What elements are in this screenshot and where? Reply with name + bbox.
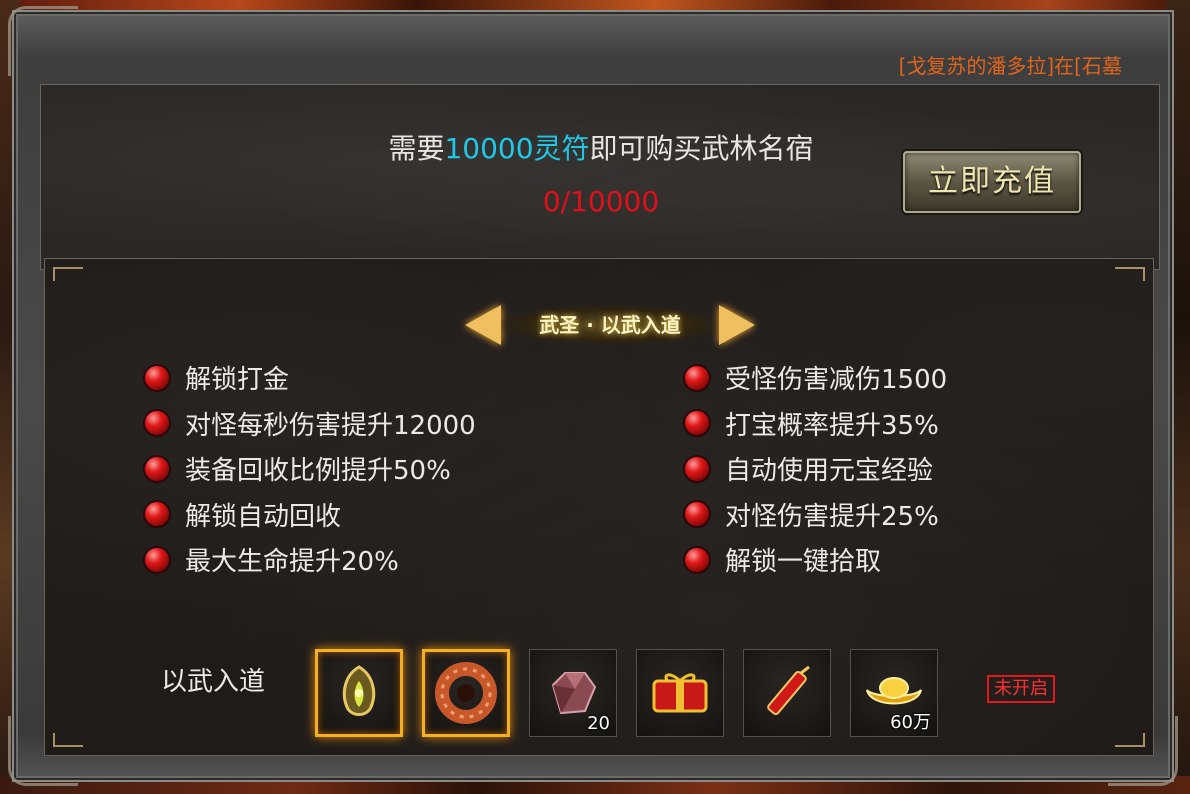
panel-ornament xyxy=(53,733,83,747)
red-orb-icon xyxy=(685,456,709,481)
perk-label: 解锁一键拾取 xyxy=(725,547,882,578)
perk-list-left: 解锁打金 对怪每秒伤害提升12000 装备回收比例提升50% 解锁自动回收 最大… xyxy=(145,355,476,583)
system-broadcast-text: [戈复苏的潘多拉]在[石墓 xyxy=(898,54,1122,78)
reward-slot[interactable] xyxy=(315,649,403,737)
perk-label: 解锁自动回收 xyxy=(185,501,342,532)
reward-slot[interactable]: 20 xyxy=(529,649,617,737)
status-badge: 未开启 xyxy=(987,675,1055,703)
red-orb-icon xyxy=(145,411,169,436)
rewards-label: 以武入道 xyxy=(161,667,266,697)
perk-label: 对怪每秒伤害提升12000 xyxy=(185,410,476,441)
red-orb-icon xyxy=(145,365,169,390)
perk-item: 打宝概率提升35% xyxy=(685,401,947,447)
item-quantity: 20 xyxy=(587,713,610,734)
perk-item: 受怪伤害减伤1500 xyxy=(685,355,947,401)
next-tier-arrow-icon[interactable] xyxy=(719,305,755,345)
amulet-icon xyxy=(342,665,376,716)
reward-slot[interactable] xyxy=(636,649,724,737)
perk-item: 解锁一键拾取 xyxy=(685,537,947,583)
red-orb-icon xyxy=(685,411,709,436)
previous-tier-arrow-icon[interactable] xyxy=(465,305,501,345)
panel-ornament xyxy=(1115,267,1145,281)
reward-slot[interactable]: 60万 xyxy=(850,649,938,737)
red-orb-icon xyxy=(145,502,169,527)
perk-label: 受怪伤害减伤1500 xyxy=(725,365,948,396)
perk-item: 对怪伤害提升25% xyxy=(685,492,947,538)
need-amount: 10000 xyxy=(444,132,534,165)
need-suffix: 即可购买武林名宿 xyxy=(589,132,814,165)
item-quantity: 60万 xyxy=(890,712,931,733)
perk-item: 最大生命提升20% xyxy=(145,537,476,583)
perk-label: 装备回收比例提升50% xyxy=(185,456,451,487)
perk-item: 装备回收比例提升50% xyxy=(145,446,476,492)
need-prefix: 需要 xyxy=(388,132,445,165)
tier-title: 武圣 · 以武入道 xyxy=(501,305,719,345)
firecracker-icon xyxy=(767,665,810,716)
perk-label: 自动使用元宝经验 xyxy=(725,456,934,487)
reward-slot[interactable] xyxy=(422,649,510,737)
perk-item: 解锁打金 xyxy=(145,355,476,401)
perk-label: 最大生命提升20% xyxy=(185,547,399,578)
red-orb-icon xyxy=(685,502,709,527)
perk-item: 解锁自动回收 xyxy=(145,492,476,538)
perk-label: 解锁打金 xyxy=(185,365,290,396)
gift-box-icon xyxy=(652,673,708,713)
panel-ornament xyxy=(1115,733,1145,747)
perk-item: 自动使用元宝经验 xyxy=(685,446,947,492)
perk-label: 对怪伤害提升25% xyxy=(725,501,939,532)
perk-item: 对怪每秒伤害提升12000 xyxy=(145,401,476,447)
reward-slot[interactable] xyxy=(743,649,831,737)
ring-icon xyxy=(435,662,497,724)
tier-benefits-panel: 武圣 · 以武入道 解锁打金 对怪每秒伤害提升12000 装备回收比例提升50%… xyxy=(44,258,1154,756)
red-orb-icon xyxy=(685,365,709,390)
panel-ornament xyxy=(53,267,83,281)
purchase-info-panel: 需要10000灵符即可购买武林名宿 0/10000 立即充值 xyxy=(40,84,1160,270)
tier-selector: 武圣 · 以武入道 xyxy=(465,299,755,351)
vip-window-frame: [戈复苏的潘多拉]在[石墓 需要10000灵符即可购买武林名宿 0/10000 … xyxy=(8,6,1178,786)
frame-ornament-top-left xyxy=(8,6,78,76)
red-orb-icon xyxy=(685,547,709,572)
gem-icon xyxy=(551,672,597,715)
perk-label: 打宝概率提升35% xyxy=(725,410,939,441)
perk-list-right: 受怪伤害减伤1500 打宝概率提升35% 自动使用元宝经验 对怪伤害提升25% … xyxy=(685,355,947,583)
red-orb-icon xyxy=(145,547,169,572)
need-currency: 灵符 xyxy=(533,132,590,165)
recharge-button[interactable]: 立即充值 xyxy=(903,151,1081,213)
red-orb-icon xyxy=(145,456,169,481)
